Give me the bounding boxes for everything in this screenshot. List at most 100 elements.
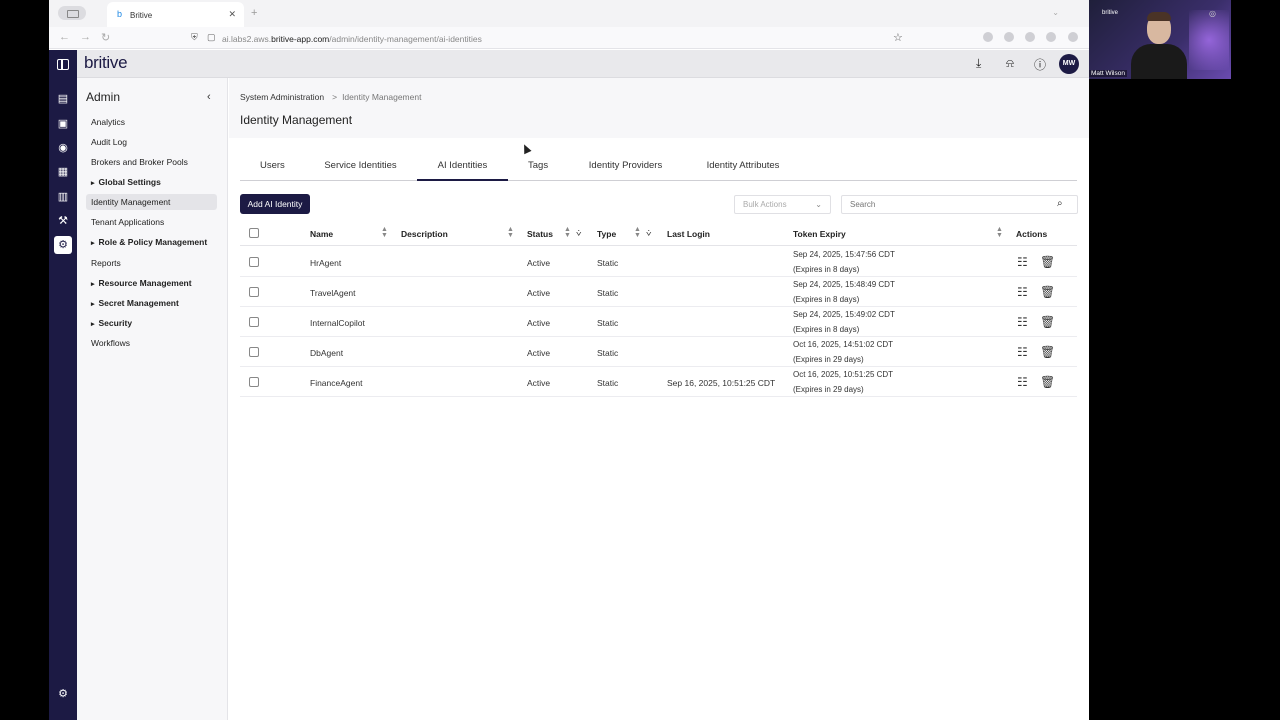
row-name[interactable]: HrAgent: [310, 258, 341, 268]
extension-icon[interactable]: [1046, 32, 1056, 42]
row-checkbox[interactable]: [249, 377, 259, 387]
sidebar-item-audit-log[interactable]: Audit Log: [86, 134, 217, 150]
row-name[interactable]: TravelAgent: [310, 288, 356, 298]
row-checkbox[interactable]: [249, 347, 259, 357]
extension-icon[interactable]: [1025, 32, 1035, 42]
sidebar-item-workflows[interactable]: Workflows: [86, 335, 217, 351]
row-checkbox[interactable]: [249, 257, 259, 267]
sidebar-item-identity-management[interactable]: Identity Management: [86, 194, 217, 210]
bulk-actions-select[interactable]: Bulk Actions ⌄: [734, 195, 831, 214]
tab-list-chevron-icon[interactable]: ⌄: [1052, 8, 1059, 17]
sidebar-item-resource-management[interactable]: Resource Management: [86, 275, 217, 291]
search-input[interactable]: [841, 195, 1078, 214]
row-type: Static: [597, 378, 619, 388]
browser-tab[interactable]: b Britive ✕: [107, 2, 244, 27]
add-ai-identity-button[interactable]: Add AI Identity: [240, 194, 310, 214]
sort-icon[interactable]: ▲ ▼: [996, 226, 1003, 239]
trash-icon[interactable]: 🗑: [1040, 345, 1055, 359]
header-status[interactable]: Status: [527, 229, 553, 239]
wrench-icon[interactable]: ⚒: [54, 212, 72, 230]
shield-icon[interactable]: ⛨: [191, 32, 198, 43]
collapse-chevron-icon[interactable]: ‹: [207, 91, 211, 103]
row-name[interactable]: FinanceAgent: [310, 378, 362, 388]
tab-strip: Users Service Identities AI Identities T…: [240, 154, 1077, 181]
filter-icon[interactable]: ⩒: [576, 228, 581, 239]
nav-toggle-button[interactable]: [49, 50, 77, 78]
download-icon[interactable]: ⤓: [976, 56, 981, 71]
breadcrumb-parent[interactable]: System Administration: [240, 92, 324, 102]
sidebar-item-brokers[interactable]: Brokers and Broker Pools: [86, 154, 217, 170]
compass-icon[interactable]: ◉: [54, 139, 72, 157]
edit-settings-icon[interactable]: ☷: [1017, 345, 1028, 359]
britive-logo[interactable]: britive: [84, 53, 128, 73]
filter-icon[interactable]: ⩒: [646, 228, 651, 239]
row-checkbox[interactable]: [249, 317, 259, 327]
table-row[interactable]: DbAgent Active Static Oct 16, 2025, 14:5…: [240, 337, 1077, 367]
edit-settings-icon[interactable]: ☷: [1017, 315, 1028, 329]
database-icon[interactable]: ▥: [54, 188, 72, 206]
sort-icon[interactable]: ▲ ▼: [634, 226, 641, 239]
sort-icon[interactable]: ▲ ▼: [507, 226, 514, 239]
folder-gear-icon[interactable]: ▦: [54, 163, 72, 181]
webcam-overlay: britive ◎ Matt Wilson: [1089, 0, 1231, 79]
header-name[interactable]: Name: [310, 229, 333, 239]
sidebar-item-global-settings[interactable]: Global Settings: [86, 174, 217, 190]
screen: b Britive ✕ + ⌄ ← → ↻ ⛨ ▢ ai.labs2.aws.b…: [0, 0, 1280, 720]
edit-settings-icon[interactable]: ☷: [1017, 375, 1028, 389]
bell-icon[interactable]: ⍾: [1006, 56, 1014, 71]
search-icon[interactable]: ⌕: [1057, 198, 1063, 209]
sidebar-item-role-policy[interactable]: Role & Policy Management: [86, 234, 217, 250]
header-type[interactable]: Type: [597, 229, 616, 239]
row-checkbox[interactable]: [249, 287, 259, 297]
download-icon[interactable]: [983, 32, 993, 42]
sidebar-item-secret-management[interactable]: Secret Management: [86, 295, 217, 311]
trash-icon[interactable]: 🗑: [1040, 285, 1055, 299]
user-avatar[interactable]: MW: [1059, 54, 1079, 74]
trash-icon[interactable]: 🗑: [1040, 255, 1055, 269]
sidebar-item-tenant-applications[interactable]: Tenant Applications: [86, 214, 217, 230]
tab-identity-providers[interactable]: Identity Providers: [587, 160, 664, 181]
sort-icon[interactable]: ▲ ▼: [381, 226, 388, 239]
trash-icon[interactable]: 🗑: [1040, 375, 1055, 389]
edit-settings-icon[interactable]: ☷: [1017, 285, 1028, 299]
tab-tags[interactable]: Tags: [528, 160, 548, 181]
row-type: Static: [597, 258, 619, 268]
gear-icon[interactable]: ⚙: [54, 236, 72, 254]
header-last-login[interactable]: Last Login: [667, 229, 710, 239]
select-all-checkbox[interactable]: [249, 228, 259, 238]
close-tab-icon[interactable]: ✕: [228, 9, 236, 20]
sidebar-toggle-icon[interactable]: [58, 6, 86, 20]
table-row[interactable]: FinanceAgent Active Static Sep 16, 2025,…: [240, 367, 1077, 397]
table-row[interactable]: TravelAgent Active Static Sep 24, 2025, …: [240, 277, 1077, 307]
lock-icon[interactable]: ▣: [54, 115, 72, 133]
inbox-icon[interactable]: ▤: [54, 90, 72, 108]
tab-ai-identities[interactable]: AI Identities: [417, 160, 508, 181]
sidebar-item-reports[interactable]: Reports: [86, 255, 217, 271]
settings-gear-icon[interactable]: ⚙: [54, 685, 72, 703]
reload-icon[interactable]: ↻: [101, 31, 110, 44]
row-name[interactable]: DbAgent: [310, 348, 343, 358]
sidebar-item-security[interactable]: Security: [86, 315, 217, 331]
address-bar[interactable]: ⛨ ▢ ai.labs2.aws.britive-app.com/admin/i…: [189, 29, 909, 47]
row-name[interactable]: InternalCopilot: [310, 318, 365, 328]
bookmark-star-icon[interactable]: ☆: [893, 31, 903, 44]
lock-icon[interactable]: ▢: [207, 32, 216, 43]
table-row[interactable]: InternalCopilot Active Static Sep 24, 20…: [240, 307, 1077, 337]
extension-icon[interactable]: [1004, 32, 1014, 42]
sort-icon[interactable]: ▲ ▼: [564, 226, 571, 239]
new-tab-icon[interactable]: +: [251, 7, 257, 19]
url-text[interactable]: ai.labs2.aws.britive-app.com/admin/ident…: [222, 34, 482, 44]
forward-icon[interactable]: →: [80, 31, 91, 43]
back-icon[interactable]: ←: [59, 31, 70, 43]
help-icon[interactable]: ⓘ: [1034, 56, 1046, 73]
header-token-expiry[interactable]: Token Expiry: [793, 229, 846, 239]
tab-service-identities[interactable]: Service Identities: [324, 160, 397, 181]
menu-icon[interactable]: [1068, 32, 1078, 42]
sidebar-item-analytics[interactable]: Analytics: [86, 114, 217, 130]
header-description[interactable]: Description: [401, 229, 448, 239]
table-row[interactable]: HrAgent Active Static Sep 24, 2025, 15:4…: [240, 247, 1077, 277]
edit-settings-icon[interactable]: ☷: [1017, 255, 1028, 269]
trash-icon[interactable]: 🗑: [1040, 315, 1055, 329]
tab-users[interactable]: Users: [260, 160, 285, 181]
tab-identity-attributes[interactable]: Identity Attributes: [703, 160, 783, 181]
